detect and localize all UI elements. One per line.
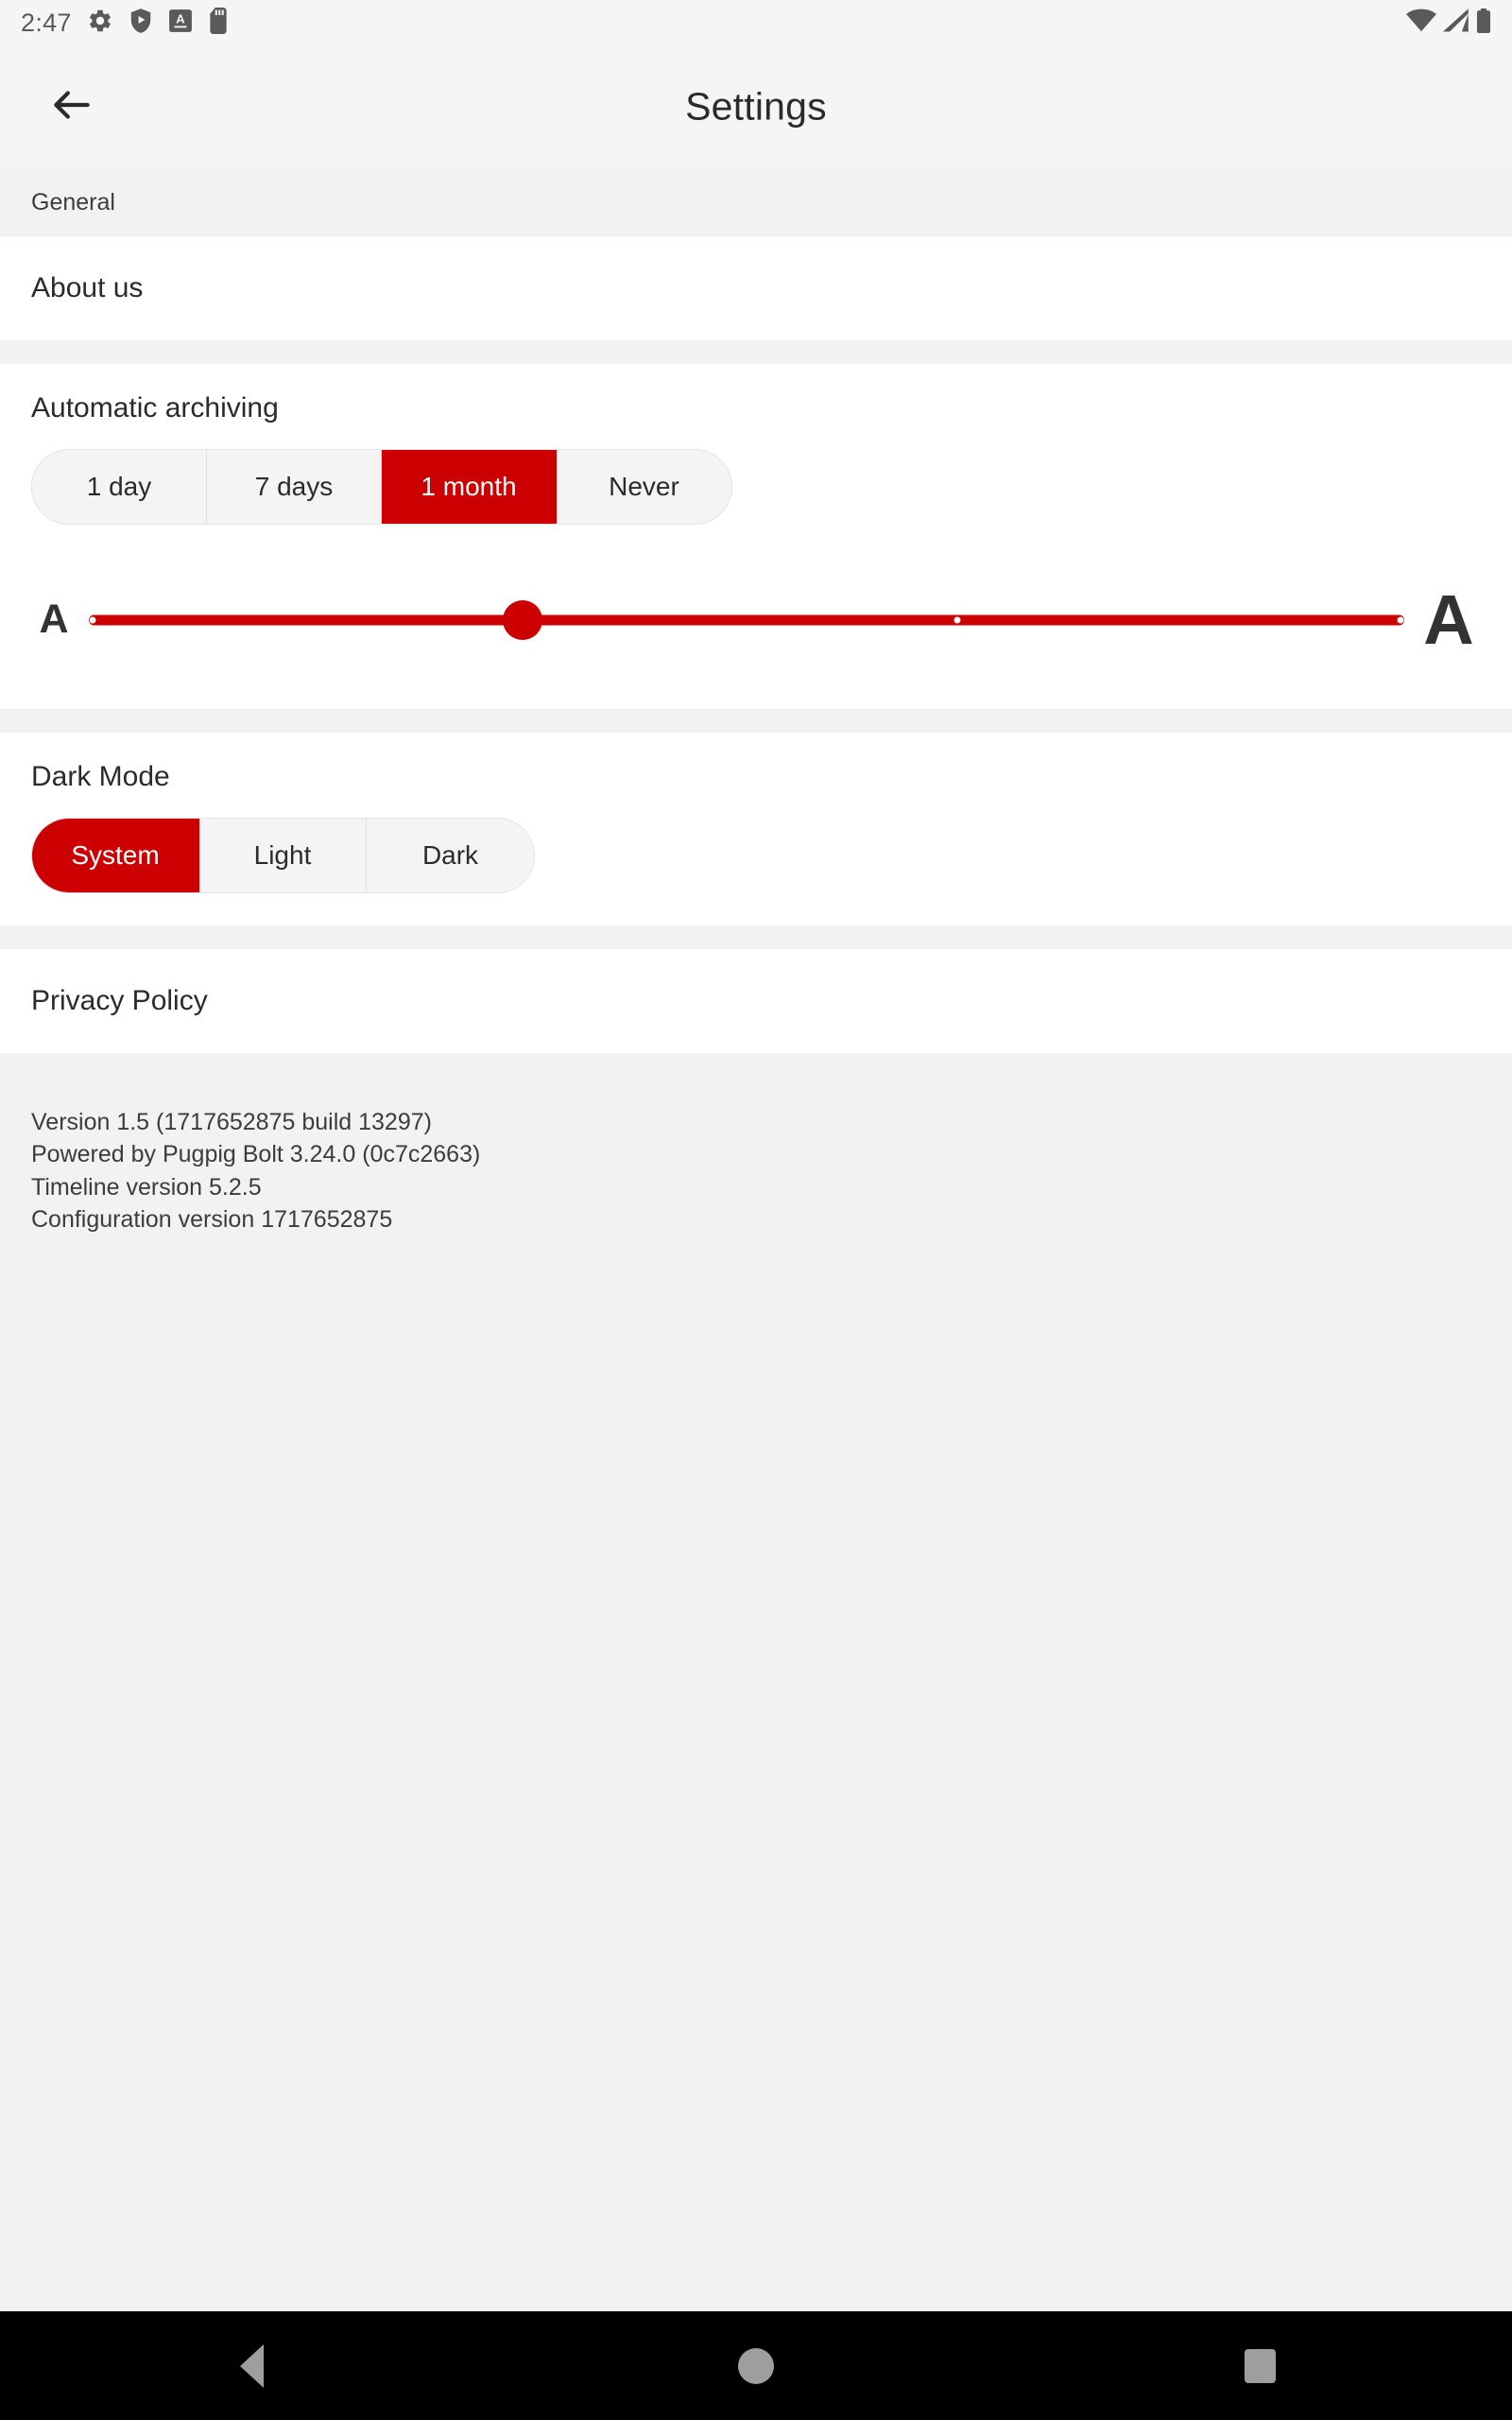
dark-mode-title: Dark Mode xyxy=(31,761,170,792)
android-nav-bar xyxy=(0,2311,1512,2420)
dark-mode-segmented-control[interactable]: System Light Dark xyxy=(31,818,535,893)
slider-tick-0 xyxy=(89,616,96,623)
shield-play-icon xyxy=(129,8,153,39)
automatic-archiving-title: Automatic archiving xyxy=(31,392,279,424)
row-about-us[interactable]: About us xyxy=(0,236,1512,340)
svg-text:A: A xyxy=(176,11,185,26)
status-bar-right xyxy=(1406,8,1491,38)
status-bar-left: 2:47 A xyxy=(21,7,229,39)
nav-back-icon xyxy=(240,2343,265,2388)
settings-content: General About us Automatic archiving 1 d… xyxy=(0,168,1512,2311)
status-bar-clock: 2:47 xyxy=(21,8,72,37)
version-line-app: Version 1.5 (1717652875 build 13297) xyxy=(31,1109,432,1135)
app-bar: Settings xyxy=(0,45,1512,168)
gear-icon xyxy=(87,8,113,39)
sd-card-icon xyxy=(208,7,229,39)
dark-mode-card: Dark Mode System Light Dark xyxy=(0,733,1512,925)
dark-mode-option-dark[interactable]: Dark xyxy=(367,819,534,892)
phone-screen: 2:47 A Settings General About us Automat… xyxy=(0,0,1512,2420)
status-bar: 2:47 A xyxy=(0,0,1512,45)
nav-back-button[interactable] xyxy=(167,2311,337,2420)
section-divider-2 xyxy=(0,709,1512,733)
automatic-archiving-segmented-control[interactable]: 1 day 7 days 1 month Never xyxy=(31,449,732,525)
archiving-option-1-month[interactable]: 1 month xyxy=(382,450,557,524)
version-line-configuration: Configuration version 1717652875 xyxy=(31,1205,393,1233)
group-header-label: General xyxy=(31,188,115,216)
privacy-policy-card: Privacy Policy xyxy=(0,949,1512,1053)
about-us-label: About us xyxy=(31,272,144,303)
section-divider-3 xyxy=(0,925,1512,949)
automatic-archiving-block: Automatic archiving 1 day 7 days 1 month… xyxy=(0,364,1512,557)
dark-mode-block: Dark Mode System Light Dark xyxy=(0,733,1512,925)
font-size-small-a-label: A xyxy=(39,596,69,642)
archiving-option-1-day[interactable]: 1 day xyxy=(32,450,207,524)
nav-home-icon xyxy=(737,2347,774,2384)
archiving-card: Automatic archiving 1 day 7 days 1 month… xyxy=(0,364,1512,709)
slider-tick-3 xyxy=(1397,616,1404,623)
section-divider-1 xyxy=(0,340,1512,364)
nav-recents-icon xyxy=(1244,2348,1276,2383)
nav-recents-button[interactable] xyxy=(1175,2311,1345,2420)
font-size-slider[interactable] xyxy=(89,582,1404,658)
dark-mode-option-system[interactable]: System xyxy=(32,819,199,892)
version-line-powered-by: Powered by Pugpig Bolt 3.24.0 (0c7c2663) xyxy=(31,1141,481,1168)
font-a-icon: A xyxy=(168,9,193,38)
nav-home-button[interactable] xyxy=(671,2311,841,2420)
page-title: Settings xyxy=(685,84,827,129)
row-privacy-policy[interactable]: Privacy Policy xyxy=(0,949,1512,1053)
about-us-card: About us xyxy=(0,236,1512,340)
cellular-signal-icon xyxy=(1443,8,1469,38)
slider-thumb[interactable] xyxy=(503,599,543,640)
group-header-general: General xyxy=(0,168,1512,236)
slider-tick-2 xyxy=(954,616,961,623)
archiving-option-never[interactable]: Never xyxy=(557,450,731,524)
font-size-large-a-label: A xyxy=(1423,580,1474,659)
slider-track[interactable] xyxy=(89,614,1404,625)
wifi-icon xyxy=(1406,9,1436,38)
version-info: Version 1.5 (1717652875 build 13297) Pow… xyxy=(0,1053,1512,1236)
battery-icon xyxy=(1476,8,1491,38)
version-line-timeline: Timeline version 5.2.5 xyxy=(31,1173,262,1201)
dark-mode-option-light[interactable]: Light xyxy=(199,819,367,892)
font-size-slider-row: A A xyxy=(0,557,1512,709)
archiving-option-7-days[interactable]: 7 days xyxy=(207,450,382,524)
privacy-policy-label: Privacy Policy xyxy=(31,985,208,1016)
